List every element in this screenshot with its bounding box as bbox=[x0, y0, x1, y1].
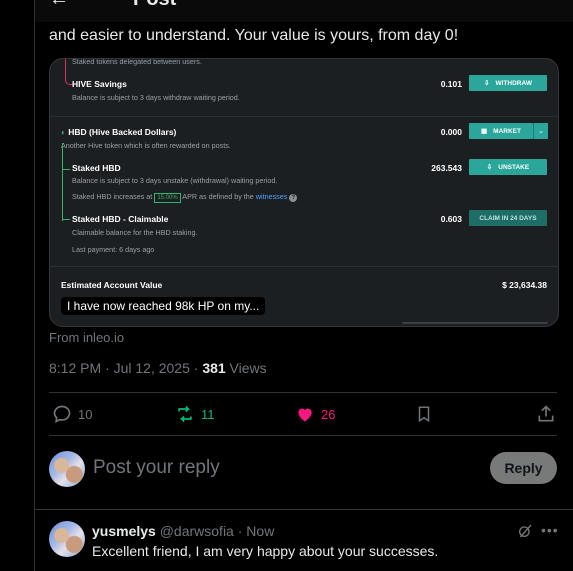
hive-savings-value: 0.101 bbox=[440, 79, 462, 89]
page-title: Post bbox=[133, 0, 176, 11]
views-label: Views bbox=[225, 360, 267, 376]
post-meta: 8:12 PM · Jul 12, 2025 · 381 Views bbox=[49, 360, 267, 376]
delegated-note: Staked tokens delegated between users. bbox=[72, 58, 202, 66]
reply-count: 10 bbox=[78, 406, 93, 422]
divider bbox=[35, 509, 573, 510]
last-payment: Last payment: 6 days ago bbox=[72, 245, 155, 254]
apr-prefix: Staked HBD increases at bbox=[72, 192, 153, 201]
bookmark-action[interactable] bbox=[415, 398, 433, 430]
reply-bubble-icon bbox=[53, 405, 71, 423]
comment-avatar[interactable] bbox=[49, 521, 85, 557]
post-timestamp[interactable]: 8:12 PM · Jul 12, 2025 · bbox=[49, 360, 202, 376]
like-action[interactable]: 26 bbox=[295, 398, 335, 430]
wallet-screenshot: Staked tokens delegated between users. H… bbox=[50, 59, 558, 326]
market-label: MARKET bbox=[493, 127, 521, 135]
post-text: and easier to understand. Your value is … bbox=[49, 27, 459, 44]
repost-action[interactable]: 11 bbox=[175, 398, 215, 430]
divider bbox=[49, 392, 557, 393]
hbd-icon: ◐ bbox=[61, 128, 66, 137]
views-count: 381 bbox=[202, 360, 226, 376]
claim-button[interactable]: CLAIM IN 24 DAYS bbox=[469, 210, 547, 226]
comment-time[interactable]: · Now bbox=[234, 523, 275, 539]
witnesses-link[interactable]: witnesses bbox=[256, 192, 288, 201]
staked-hbd-sub: Balance is subject to 3 days unstake (wi… bbox=[72, 176, 278, 185]
divider bbox=[50, 116, 558, 117]
divider bbox=[49, 435, 557, 436]
hive-savings-title: HIVE Savings bbox=[72, 79, 127, 89]
grok-icon[interactable] bbox=[517, 523, 533, 539]
reply-input[interactable]: Post your reply bbox=[93, 457, 220, 479]
heart-icon bbox=[298, 408, 312, 422]
claimable-sub: Claimable balance for the HBD staking. bbox=[72, 228, 198, 237]
bookmark-icon bbox=[418, 406, 430, 423]
tree-connector bbox=[62, 143, 63, 221]
staked-hbd-value: 263.543 bbox=[431, 163, 462, 173]
tree-connector bbox=[62, 169, 70, 170]
withdraw-label: WITHDRAW bbox=[495, 79, 532, 87]
share-action[interactable] bbox=[536, 398, 556, 430]
reply-button[interactable]: Reply bbox=[490, 452, 557, 484]
download-icon: ⇩ bbox=[486, 164, 493, 171]
media-caption: I have now reached 98k HP on my... bbox=[61, 297, 266, 315]
chevron-down-icon: ⌄ bbox=[538, 128, 544, 135]
withdraw-button[interactable]: ⇩ WITHDRAW bbox=[469, 75, 547, 91]
share-icon bbox=[538, 405, 554, 422]
embedded-media-card[interactable]: Staked tokens delegated between users. H… bbox=[49, 58, 559, 327]
download-icon: ⇩ bbox=[484, 80, 490, 87]
hbd-title-text: HBD (Hive Backed Dollars) bbox=[68, 127, 177, 137]
hive-savings-sub: Balance is subject to 3 days withdraw wa… bbox=[72, 93, 240, 102]
claim-label: CLAIM IN 24 DAYS bbox=[479, 214, 537, 222]
unstake-button[interactable]: ⇩ UNSTAKE bbox=[469, 159, 547, 175]
comment-header: yusmelys @darwsofia · Now bbox=[92, 523, 274, 539]
card-source[interactable]: From inleo.io bbox=[49, 330, 124, 345]
help-icon[interactable]: ? bbox=[289, 194, 298, 202]
top-bar: ← Post bbox=[35, 0, 573, 22]
like-count: 26 bbox=[321, 406, 336, 422]
market-dropdown-button[interactable]: ⌄ bbox=[533, 123, 548, 139]
more-icon[interactable]: ••• bbox=[541, 522, 559, 538]
estimated-label: Estimated Account Value bbox=[61, 280, 163, 290]
repost-count: 11 bbox=[201, 406, 215, 422]
comment-author-name[interactable]: yusmelys bbox=[92, 523, 156, 539]
apr-mid: APR as defined by the bbox=[182, 192, 254, 201]
avatar[interactable] bbox=[49, 451, 85, 487]
apr-line: Staked HBD increases at 15.00% APR as de… bbox=[72, 192, 298, 203]
estimated-value: $ 23,634.38 bbox=[502, 280, 547, 290]
store-icon: ▦ bbox=[481, 128, 488, 135]
hbd-value: 0.000 bbox=[440, 127, 462, 137]
tree-connector bbox=[62, 219, 70, 220]
scroll-indicator bbox=[402, 322, 548, 324]
reply-action[interactable]: 10 bbox=[52, 398, 92, 430]
left-rail-divider bbox=[34, 0, 35, 571]
claimable-title: Staked HBD - Claimable bbox=[72, 214, 169, 224]
hbd-title: ◐ HBD (Hive Backed Dollars) bbox=[61, 127, 176, 137]
comment-author-handle[interactable]: @darwsofia bbox=[160, 523, 234, 539]
repost-icon bbox=[178, 405, 192, 423]
comment-text: Excellent friend, I am very happy about … bbox=[92, 543, 439, 559]
divider bbox=[50, 266, 558, 267]
arrow-left-icon[interactable]: ← bbox=[49, 0, 69, 11]
hbd-sub: Another Hive token which is often reward… bbox=[61, 141, 231, 150]
market-button[interactable]: ▦ MARKET bbox=[469, 123, 533, 139]
unstake-label: UNSTAKE bbox=[498, 163, 530, 171]
claimable-value: 0.603 bbox=[440, 214, 462, 224]
staked-hbd-title: Staked HBD bbox=[72, 163, 121, 173]
action-bar: 10 11 26 bbox=[49, 398, 557, 430]
apr-value: 15.00% bbox=[154, 193, 181, 203]
